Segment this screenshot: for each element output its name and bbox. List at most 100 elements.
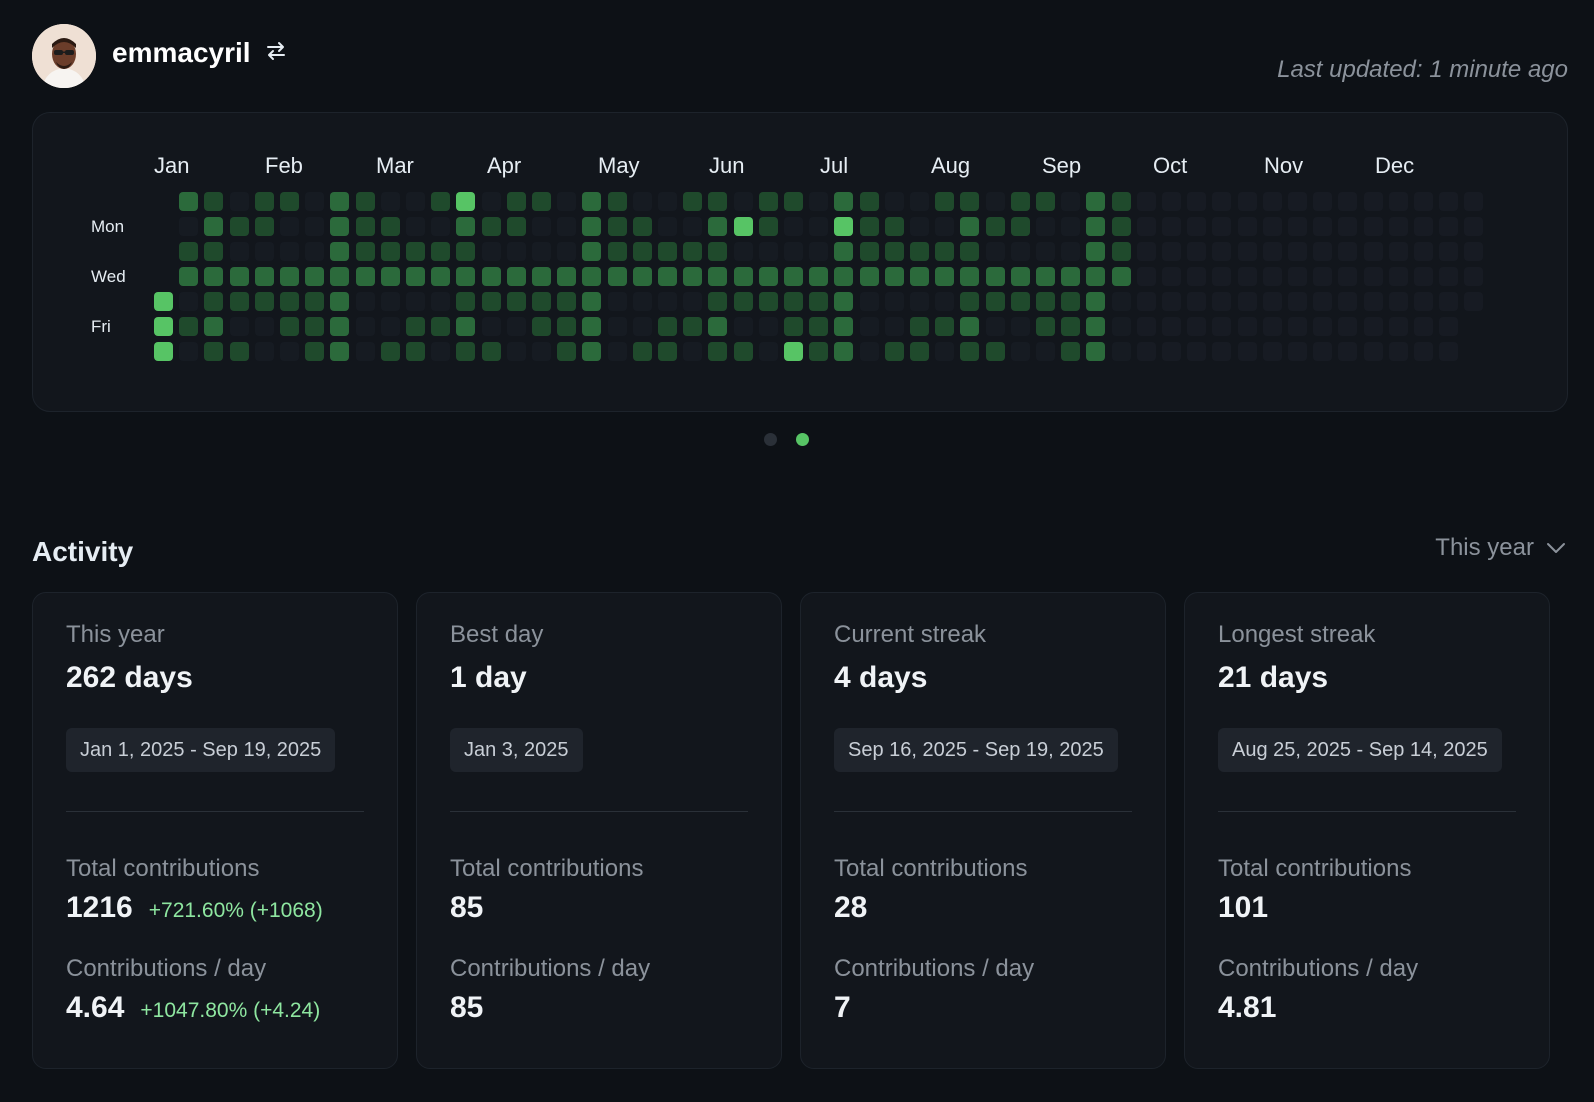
contribution-cell[interactable] bbox=[1414, 342, 1433, 361]
contribution-cell[interactable] bbox=[910, 192, 929, 211]
contribution-cell[interactable] bbox=[380, 342, 400, 361]
contribution-cell[interactable] bbox=[1313, 292, 1333, 311]
contribution-cell[interactable] bbox=[884, 267, 904, 286]
contribution-cell[interactable] bbox=[884, 242, 904, 261]
contribution-cell[interactable] bbox=[658, 317, 677, 336]
contribution-cell[interactable] bbox=[960, 342, 980, 361]
contribution-cell[interactable] bbox=[1388, 317, 1408, 336]
contribution-cell[interactable] bbox=[254, 342, 274, 361]
contribution-cell[interactable] bbox=[229, 192, 249, 211]
contribution-cell[interactable] bbox=[758, 342, 778, 361]
contribution-cell[interactable] bbox=[229, 242, 249, 261]
contribution-cell[interactable] bbox=[254, 217, 274, 236]
contribution-cell[interactable] bbox=[1187, 242, 1207, 261]
contribution-cell[interactable] bbox=[1363, 242, 1383, 261]
contribution-cell[interactable] bbox=[557, 292, 577, 311]
contribution-cell[interactable] bbox=[1086, 217, 1106, 236]
contribution-cell[interactable] bbox=[1262, 192, 1282, 211]
contribution-cell[interactable] bbox=[708, 317, 728, 336]
contribution-cell[interactable] bbox=[1288, 317, 1307, 336]
contribution-cell[interactable] bbox=[305, 317, 325, 336]
contribution-cell[interactable] bbox=[1136, 267, 1156, 286]
contribution-cell[interactable] bbox=[784, 242, 803, 261]
contribution-cell[interactable] bbox=[532, 317, 551, 336]
contribution-cell[interactable] bbox=[1061, 267, 1081, 286]
contribution-cell[interactable] bbox=[1363, 342, 1383, 361]
contribution-cell[interactable] bbox=[1036, 292, 1055, 311]
contribution-cell[interactable] bbox=[481, 217, 501, 236]
contribution-cell[interactable] bbox=[355, 317, 375, 336]
contribution-cell[interactable] bbox=[1288, 342, 1307, 361]
contribution-cell[interactable] bbox=[1388, 342, 1408, 361]
contribution-cell[interactable] bbox=[1313, 317, 1333, 336]
contribution-cell[interactable] bbox=[834, 342, 854, 361]
contribution-cell[interactable] bbox=[758, 217, 778, 236]
contribution-cell[interactable] bbox=[1313, 342, 1333, 361]
contribution-cell[interactable] bbox=[758, 292, 778, 311]
pager-dot-2[interactable] bbox=[796, 433, 809, 446]
contribution-cell[interactable] bbox=[1036, 242, 1055, 261]
contribution-cell[interactable] bbox=[1414, 242, 1433, 261]
contribution-cell[interactable] bbox=[380, 242, 400, 261]
contribution-cell[interactable] bbox=[834, 267, 854, 286]
contribution-cell[interactable] bbox=[859, 192, 879, 211]
contribution-cell[interactable] bbox=[1010, 317, 1030, 336]
contribution-cell[interactable] bbox=[456, 317, 476, 336]
contribution-cell[interactable] bbox=[733, 317, 753, 336]
contribution-cell[interactable] bbox=[1111, 317, 1131, 336]
contribution-cell[interactable] bbox=[1187, 217, 1207, 236]
contribution-cell[interactable] bbox=[607, 342, 627, 361]
contribution-cell[interactable] bbox=[935, 342, 955, 361]
contribution-cell[interactable] bbox=[1237, 342, 1257, 361]
contribution-cell[interactable] bbox=[1439, 242, 1459, 261]
contribution-cell[interactable] bbox=[506, 317, 526, 336]
contribution-cell[interactable] bbox=[1288, 267, 1307, 286]
contribution-cell[interactable] bbox=[330, 192, 350, 211]
contribution-cell[interactable] bbox=[355, 292, 375, 311]
contribution-cell[interactable] bbox=[1010, 292, 1030, 311]
contribution-cell[interactable] bbox=[1237, 267, 1257, 286]
contribution-cell[interactable] bbox=[1162, 217, 1181, 236]
contribution-cell[interactable] bbox=[1212, 192, 1232, 211]
contribution-cell[interactable] bbox=[683, 292, 703, 311]
contribution-cell[interactable] bbox=[683, 217, 703, 236]
contribution-cell[interactable] bbox=[1212, 217, 1232, 236]
contribution-cell[interactable] bbox=[582, 292, 602, 311]
contribution-cell[interactable] bbox=[1212, 242, 1232, 261]
contribution-cell[interactable] bbox=[280, 242, 299, 261]
contribution-cell[interactable] bbox=[179, 292, 199, 311]
contribution-cell[interactable] bbox=[1111, 342, 1131, 361]
contribution-cell[interactable] bbox=[935, 217, 955, 236]
contribution-cell[interactable] bbox=[708, 292, 728, 311]
contribution-cell[interactable] bbox=[254, 317, 274, 336]
contribution-cell[interactable] bbox=[1162, 342, 1181, 361]
contribution-cell[interactable] bbox=[1036, 217, 1055, 236]
contribution-cell[interactable] bbox=[632, 342, 652, 361]
contribution-cell[interactable] bbox=[1313, 217, 1333, 236]
contribution-cell[interactable] bbox=[784, 342, 803, 361]
contribution-cell[interactable] bbox=[1036, 317, 1055, 336]
contribution-cell[interactable] bbox=[985, 267, 1005, 286]
contribution-cell[interactable] bbox=[355, 267, 375, 286]
contribution-cell[interactable] bbox=[380, 267, 400, 286]
contribution-cell[interactable] bbox=[607, 317, 627, 336]
contribution-cell[interactable] bbox=[229, 317, 249, 336]
contribution-cell[interactable] bbox=[1313, 242, 1333, 261]
contribution-cell[interactable] bbox=[733, 242, 753, 261]
contribution-cell[interactable] bbox=[229, 267, 249, 286]
contribution-cell[interactable] bbox=[1388, 292, 1408, 311]
contribution-cell[interactable] bbox=[607, 267, 627, 286]
contribution-cell[interactable] bbox=[658, 242, 677, 261]
contribution-cell[interactable] bbox=[532, 217, 551, 236]
contribution-cell[interactable] bbox=[1313, 267, 1333, 286]
contribution-cell[interactable] bbox=[1061, 217, 1081, 236]
contribution-cell[interactable] bbox=[985, 242, 1005, 261]
contribution-cell[interactable] bbox=[305, 342, 325, 361]
contribution-cell[interactable] bbox=[758, 267, 778, 286]
contribution-cell[interactable] bbox=[859, 342, 879, 361]
contribution-cell[interactable] bbox=[1111, 217, 1131, 236]
contribution-cell[interactable] bbox=[280, 317, 299, 336]
contribution-cell[interactable] bbox=[506, 242, 526, 261]
contribution-cell[interactable] bbox=[884, 192, 904, 211]
contribution-cell[interactable] bbox=[1464, 217, 1484, 236]
